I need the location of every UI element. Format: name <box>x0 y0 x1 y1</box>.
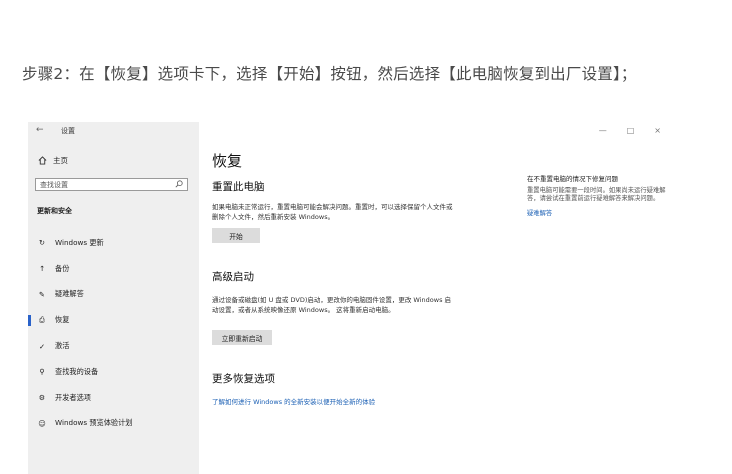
sidebar-home[interactable]: 主页 <box>37 155 68 166</box>
troubleshoot-link[interactable]: 疑难解答 <box>527 210 667 219</box>
restart-now-button[interactable]: 立即重新启动 <box>212 330 272 345</box>
sync-icon: ↻ <box>38 238 46 248</box>
sidebar-section-title: 更新和安全 <box>37 207 72 215</box>
advanced-startup-description: 通过设备或磁盘(如 U 盘或 DVD)启动，更改你的电脑固件设置，更改 Wind… <box>212 296 452 314</box>
back-arrow-icon[interactable]: ← <box>36 125 44 135</box>
sidebar-item-find-my-device[interactable]: ⚲ 查找我的设备 <box>28 359 199 385</box>
window-title: 设置 <box>61 127 75 135</box>
reset-heading: 重置此电脑 <box>212 181 265 193</box>
reset-description: 如果电脑未正常运行，重置电脑可能会解决问题。重置时，可以选择保留个人文件或删除个… <box>212 203 453 221</box>
sidebar-item-label: 备份 <box>55 263 70 273</box>
sidebar-item-recovery[interactable]: ⎙ 恢复 <box>28 307 199 333</box>
sidebar-item-developer-options[interactable]: ⚙ 开发者选项 <box>28 385 199 411</box>
sidebar-nav: ↻ Windows 更新 ↑ 备份 ✎ 疑难解答 ⎙ 恢复 ✓ 激活 ⚲ 查找我… <box>28 230 199 436</box>
advanced-startup-heading: 高级启动 <box>212 271 254 283</box>
minimize-icon[interactable]: — <box>599 126 607 135</box>
check-circle-icon: ✓ <box>38 341 46 351</box>
more-recovery-heading: 更多恢复选项 <box>212 373 275 385</box>
sidebar-item-label: Windows 更新 <box>55 237 104 247</box>
search-icon <box>175 179 183 190</box>
sidebar-item-label: 查找我的设备 <box>55 366 99 376</box>
sidebar-item-insider-program[interactable]: ☺ Windows 预览体验计划 <box>28 411 199 437</box>
recovery-content: — □ × 恢复 重置此电脑 如果电脑未正常运行，重置电脑可能会解决问题。重置时… <box>199 122 731 474</box>
settings-window-screenshot: ← 设置 主页 查找设置 更新和安全 ↻ Windows 更新 ↑ 备份 ✎ 疑… <box>28 122 731 474</box>
clean-install-link[interactable]: 了解如何进行 Windows 的全新安装以便开始全新的体验 <box>212 396 375 406</box>
related-help-panel: 在不重置电脑的情况下修复问题 重置电脑可能需要一段时间。如果尚未运行疑难解答，请… <box>527 175 667 218</box>
reset-start-button[interactable]: 开始 <box>212 228 260 243</box>
sidebar-item-activation[interactable]: ✓ 激活 <box>28 333 199 359</box>
insider-icon: ☺ <box>38 418 46 428</box>
developer-icon: ⚙ <box>38 393 46 403</box>
close-icon[interactable]: × <box>654 126 661 135</box>
sidebar-item-label: 激活 <box>55 341 70 351</box>
page-title: 恢复 <box>212 152 243 170</box>
sidebar-item-backup[interactable]: ↑ 备份 <box>28 256 199 282</box>
related-help-text: 重置电脑可能需要一段时间。如果尚未运行疑难解答，请尝试在重置前运行疑难解答来解决… <box>527 186 666 203</box>
sidebar-item-windows-update[interactable]: ↻ Windows 更新 <box>28 230 199 256</box>
sidebar-item-label: 恢复 <box>55 315 70 325</box>
backup-icon: ↑ <box>38 264 46 274</box>
home-icon <box>37 156 47 166</box>
search-placeholder: 查找设置 <box>40 180 68 189</box>
settings-sidebar: ← 设置 主页 查找设置 更新和安全 ↻ Windows 更新 ↑ 备份 ✎ 疑… <box>28 122 199 474</box>
related-help-title: 在不重置电脑的情况下修复问题 <box>527 175 618 183</box>
sidebar-home-label: 主页 <box>53 156 68 165</box>
search-input[interactable]: 查找设置 <box>35 178 188 191</box>
window-controls: — □ × <box>599 126 661 135</box>
wrench-icon: ✎ <box>38 289 46 299</box>
sidebar-item-label: Windows 预览体验计划 <box>55 418 133 428</box>
article-step-text: 步骤2：在【恢复】选项卡下，选择【开始】按钮，然后选择【此电脑恢复到出厂设置】； <box>22 65 637 83</box>
recovery-icon: ⎙ <box>39 315 45 325</box>
maximize-icon[interactable]: □ <box>627 126 635 135</box>
sidebar-item-troubleshoot[interactable]: ✎ 疑难解答 <box>28 282 199 308</box>
sidebar-item-label: 疑难解答 <box>55 289 84 299</box>
sidebar-item-label: 开发者选项 <box>55 392 91 402</box>
find-device-icon: ⚲ <box>39 367 45 377</box>
